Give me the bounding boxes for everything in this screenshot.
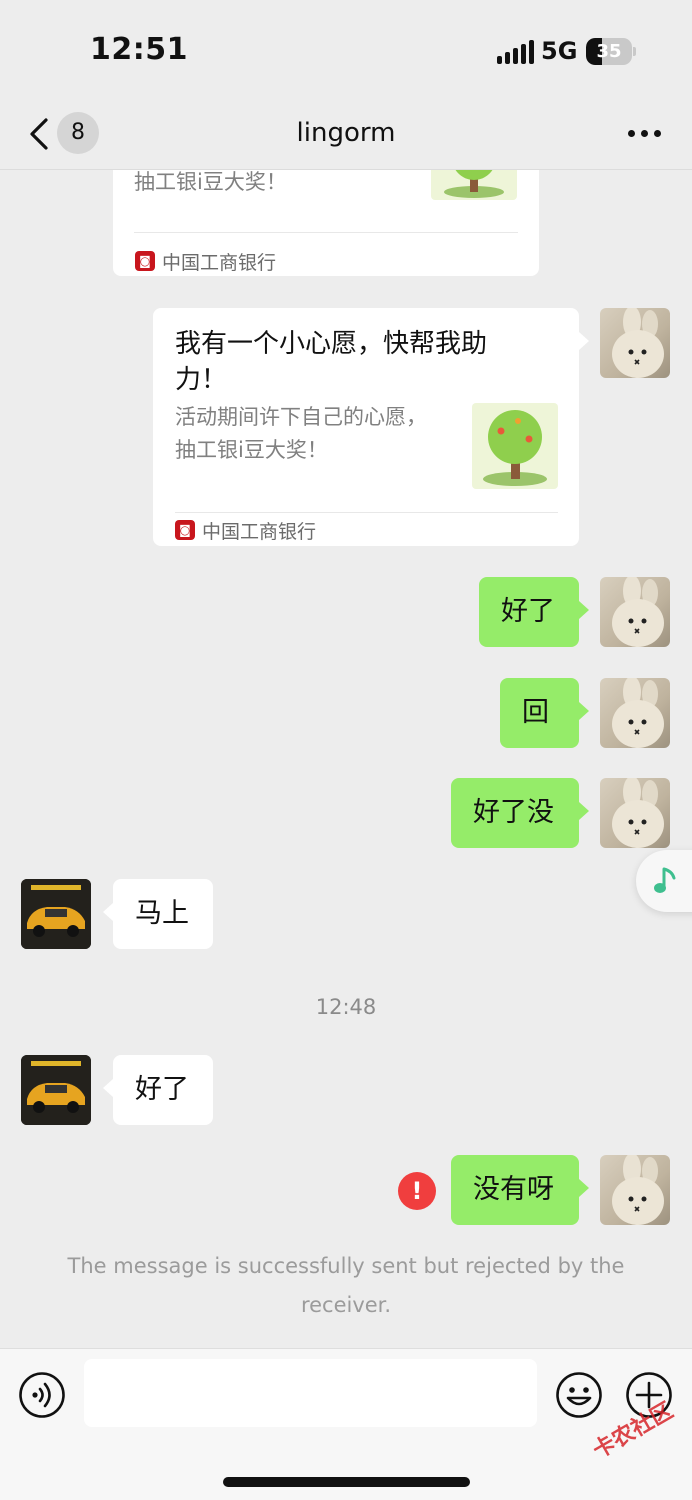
message-bubble[interactable]: 好了 [113,1055,213,1125]
bank-logo-icon: ◙ [135,251,155,271]
battery-percent: 35 [596,41,622,62]
card-description: 活动期间许下自己的心愿， [175,405,427,429]
message-bubble[interactable]: 好了 [479,577,579,647]
card-source: 中国工商银行 [202,521,317,543]
shared-card[interactable]: 抽工银i豆大奖！ ◙ 中国工商银行 [113,170,539,276]
system-notice: The message is successfully sent but rej… [67,1254,625,1317]
contact-avatar[interactable] [21,1055,91,1125]
card-description: 抽工银i豆大奖！ [134,170,287,194]
card-source: 中国工商银行 [162,252,277,274]
message-input[interactable] [84,1359,537,1427]
network-type: 5G [541,37,578,65]
nav-bar: 8 lingorm [0,100,692,170]
card-thumbnail [472,403,558,489]
battery-icon: 35 [586,38,632,65]
shared-card[interactable]: 我有一个小心愿，快帮我助 力！ 活动期间许下自己的心愿， 抽工银i豆大奖！ ◙ … [153,308,579,546]
my-avatar[interactable] [600,1155,670,1225]
card-title: 我有一个小心愿，快帮我助 [175,329,488,359]
input-bar [0,1348,692,1500]
car-image [21,1055,91,1125]
message-bubble[interactable]: 好了没 [451,778,579,848]
emoji-icon[interactable] [555,1371,603,1419]
status-time: 12:51 [90,32,188,67]
music-note-icon [654,867,676,893]
card-title: 力！ [175,365,228,395]
bunny-image [612,1155,664,1225]
status-bar: 12:51 5G 35 [0,0,692,100]
my-avatar[interactable] [600,577,670,647]
contact-avatar[interactable] [21,879,91,949]
home-indicator[interactable] [223,1477,470,1487]
bunny-image [612,778,664,848]
bunny-image [612,577,664,647]
chat-area[interactable]: 抽工银i豆大奖！ ◙ 中国工商银行 我有一个小心愿，快帮我助 力！ 活动期间许下… [0,170,692,1348]
card-description: 抽工银i豆大奖！ [175,438,328,462]
chat-title: lingorm [296,118,396,148]
bunny-image [612,308,664,378]
card-thumbnail [431,170,517,200]
error-icon[interactable]: ! [398,1172,436,1210]
more-icon[interactable] [624,130,664,140]
voice-icon[interactable] [18,1371,66,1419]
car-image [21,879,91,949]
tree-image [483,410,547,486]
my-avatar[interactable] [600,678,670,748]
timestamp: 12:48 [315,995,377,1019]
my-avatar[interactable] [600,308,670,378]
bunny-image [612,678,664,748]
message-bubble[interactable]: 没有呀 [451,1155,579,1225]
message-bubble[interactable]: 马上 [113,879,213,949]
message-bubble[interactable]: 回 [500,678,579,748]
my-avatar[interactable] [600,778,670,848]
bank-logo-icon: ◙ [175,520,195,540]
signal-icon [497,40,534,64]
floating-music-button[interactable] [636,850,692,912]
tree-image [444,170,504,198]
